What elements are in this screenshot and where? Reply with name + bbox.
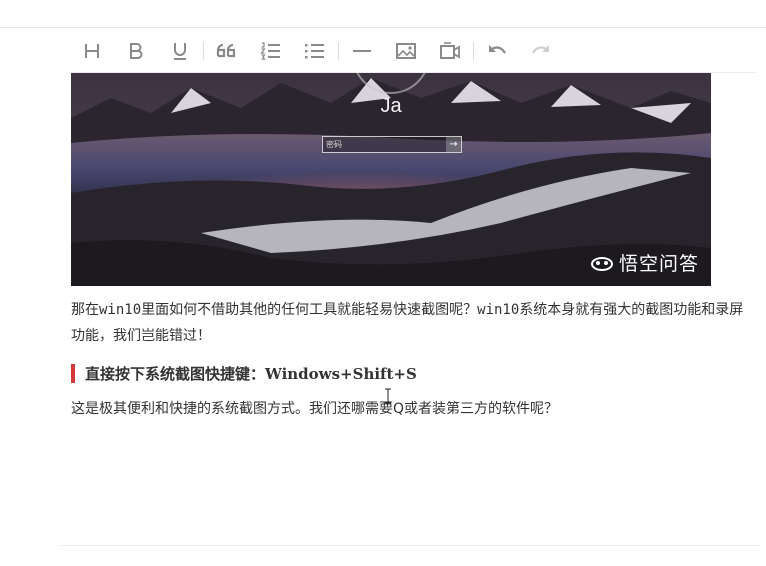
heading-text: 直接按下系统截图快捷键：Windows+Shift+S	[85, 364, 417, 383]
undo-icon	[489, 45, 506, 54]
editor-page: Ja 密码 → 悟空问答 那在win10里面如何不借助其他的任何工具就能轻易快速…	[0, 0, 766, 566]
submit-arrow-icon: →	[446, 137, 461, 152]
bold-icon	[130, 43, 143, 59]
underline-icon	[174, 43, 186, 60]
horizontal-rule-button[interactable]	[340, 35, 384, 67]
password-field: 密码 →	[322, 136, 462, 153]
heading-accent-bar	[71, 363, 75, 383]
article-paragraph[interactable]: 这是极其便利和快捷的系统截图方式。我们还哪需要Q或者装第三方的软件呢？	[71, 396, 751, 422]
embedded-screenshot-image: Ja 密码 → 悟空问答	[71, 73, 711, 286]
video-button[interactable]	[428, 35, 472, 67]
toolbar-separator	[203, 42, 204, 60]
undo-button[interactable]	[475, 35, 519, 67]
ordered-list-icon	[260, 42, 280, 60]
editor-toolbar	[70, 33, 760, 69]
quote-icon	[216, 43, 236, 58]
top-divider	[0, 27, 766, 28]
bold-button[interactable]	[114, 35, 158, 67]
bottom-divider	[60, 545, 760, 546]
heading-icon	[85, 44, 99, 58]
lock-screen-username: Ja	[380, 95, 402, 117]
text-cursor-icon	[385, 388, 391, 404]
redo-icon	[532, 45, 549, 54]
heading-button[interactable]	[70, 35, 114, 67]
horizontal-rule-icon	[353, 50, 371, 52]
quote-button[interactable]	[205, 35, 249, 67]
watermark-text: 悟空问答	[618, 253, 699, 275]
image-icon	[396, 43, 416, 59]
unordered-list-button[interactable]	[293, 35, 337, 67]
toolbar-separator	[473, 42, 474, 60]
wukong-logo-icon	[590, 256, 613, 271]
underline-button[interactable]	[158, 35, 202, 67]
redo-button[interactable]	[519, 35, 563, 67]
unordered-list-icon	[305, 44, 324, 59]
image-button[interactable]	[384, 35, 428, 67]
article-heading[interactable]: 直接按下系统截图快捷键：Windows+Shift+S	[71, 362, 417, 384]
watermark: 悟空问答	[590, 249, 699, 276]
article-paragraph[interactable]: 那在win10里面如何不借助其他的任何工具就能轻易快速截图呢？win10系统本身…	[71, 297, 751, 349]
password-placeholder: 密码	[326, 140, 342, 149]
toolbar-separator	[338, 42, 339, 60]
ordered-list-button[interactable]	[249, 35, 293, 67]
video-icon	[440, 42, 460, 59]
